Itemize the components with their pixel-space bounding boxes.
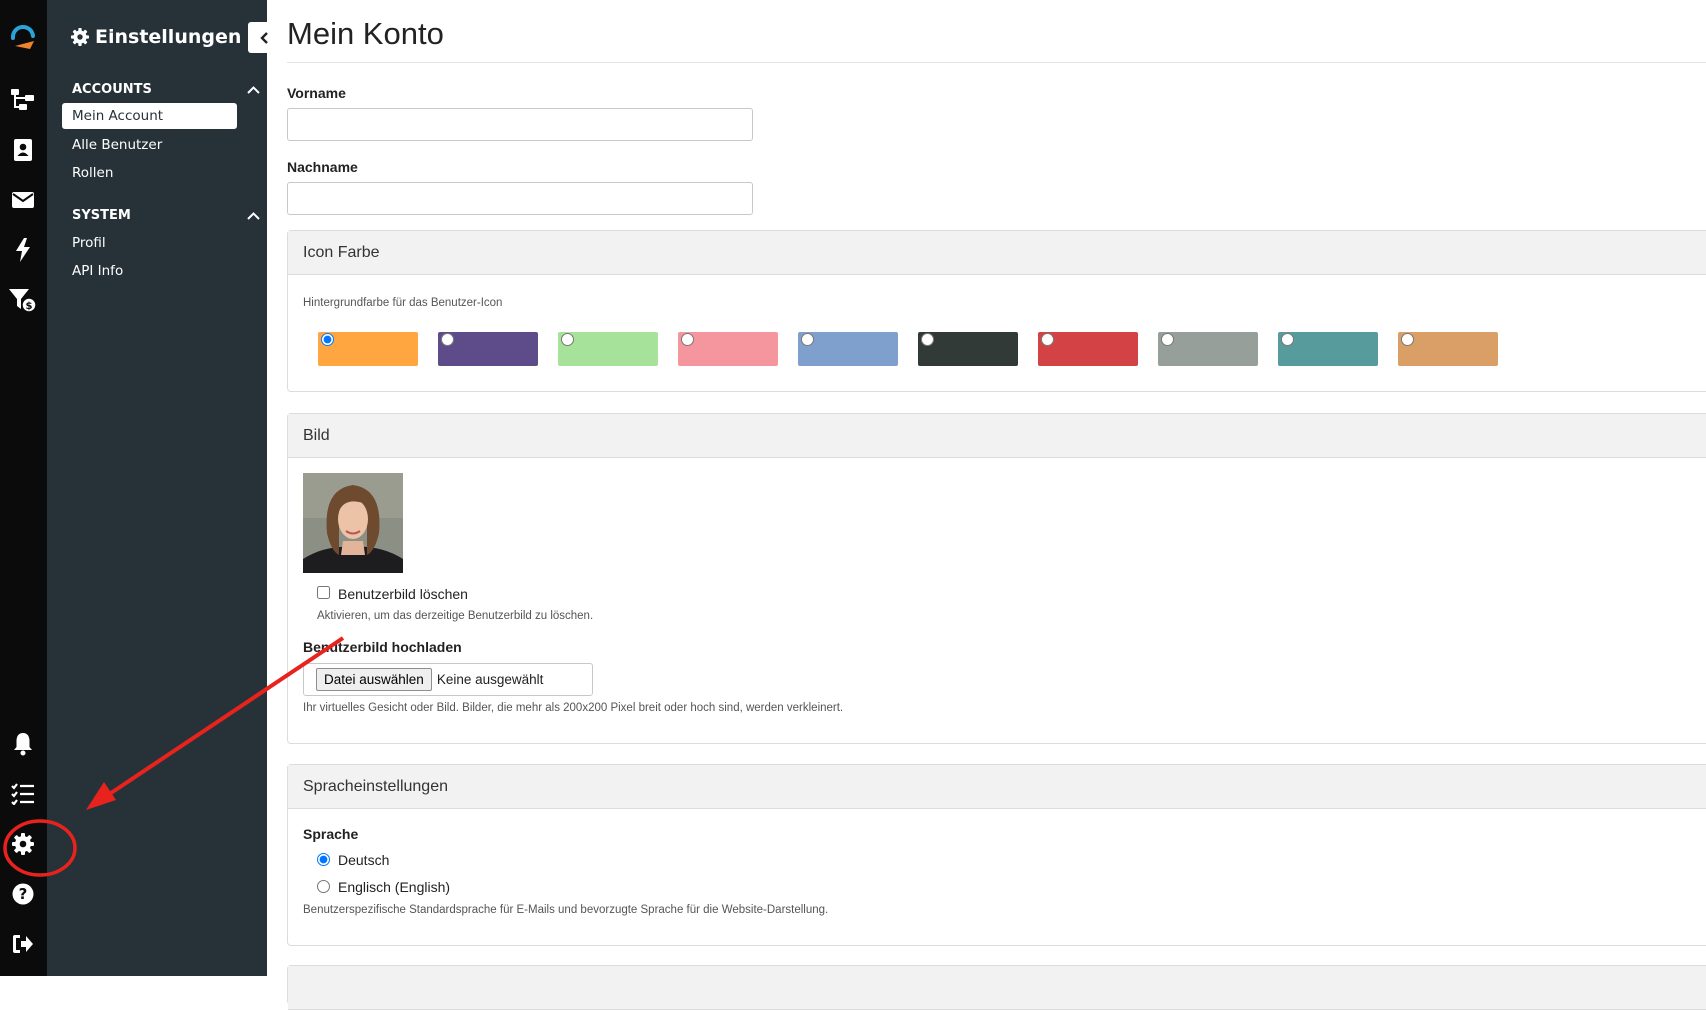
avatar <box>303 473 403 573</box>
file-status: Keine ausgewählt <box>436 672 544 687</box>
next-panel <box>287 965 1706 1010</box>
logo-icon[interactable] <box>6 20 40 54</box>
spracheinstellungen-heading: Spracheinstellungen <box>288 765 1706 809</box>
language-option-deutsch[interactable]: Deutsch <box>338 852 389 868</box>
color-swatch[interactable] <box>558 332 658 366</box>
color-swatch[interactable] <box>1158 332 1258 366</box>
svg-text:$: $ <box>26 301 33 312</box>
color-swatch-radio[interactable] <box>1281 333 1294 346</box>
section-accounts-toggle[interactable]: ACCOUNTS <box>72 82 260 97</box>
spracheinstellungen-panel: Spracheinstellungen Sprache Deutsch Engl… <box>287 764 1706 946</box>
icon-farbe-heading: Icon Farbe <box>288 231 1706 275</box>
next-panel-heading <box>288 966 1706 1010</box>
nachname-label: Nachname <box>287 159 358 175</box>
icon-farbe-panel: Icon Farbe Hintergrundfarbe für das Benu… <box>287 230 1706 392</box>
sidebar-item-rollen[interactable]: Rollen <box>62 160 237 186</box>
delete-picture-label[interactable]: Benutzerbild löschen <box>338 586 468 602</box>
color-swatch-radio[interactable] <box>801 333 814 346</box>
help-icon[interactable]: ? <box>6 877 40 911</box>
svg-text:?: ? <box>19 885 28 903</box>
language-radio-english[interactable] <box>317 880 330 893</box>
section-system-toggle[interactable]: SYSTEM <box>72 208 260 223</box>
upload-picture-help: Ihr virtuelles Gesicht oder Bild. Bilder… <box>303 702 844 714</box>
hierarchy-icon[interactable] <box>6 83 40 117</box>
icon-farbe-help: Hintergrundfarbe für das Benutzer-Icon <box>303 297 503 309</box>
color-swatch-radio[interactable] <box>1401 333 1414 346</box>
color-swatch[interactable] <box>678 332 778 366</box>
choose-file-button[interactable]: Datei auswählen <box>316 668 432 691</box>
chevron-up-icon <box>247 211 260 220</box>
color-swatch[interactable] <box>798 332 898 366</box>
sprache-label: Sprache <box>303 826 359 842</box>
sidebar-title-text: Einstellungen <box>95 26 242 48</box>
tasklist-icon[interactable] <box>6 777 40 811</box>
funnel-dollar-icon[interactable]: $ <box>6 283 40 317</box>
sprache-help: Benutzerspezifische Standardsprache für … <box>303 904 829 916</box>
delete-picture-checkbox[interactable] <box>317 586 330 599</box>
main-content: Mein Konto Vorname Nachname Icon Farbe H… <box>287 0 1706 1010</box>
color-swatch[interactable] <box>438 332 538 366</box>
gear-icon <box>71 28 89 46</box>
mail-icon[interactable] <box>6 183 40 217</box>
title-divider <box>287 62 1706 63</box>
logout-icon[interactable] <box>6 927 40 961</box>
bild-heading: Bild <box>288 414 1706 458</box>
chevron-left-icon <box>260 31 268 44</box>
color-swatch[interactable] <box>1398 332 1498 366</box>
upload-picture-label: Benutzerbild hochladen <box>303 639 462 655</box>
vorname-label: Vorname <box>287 85 346 101</box>
color-swatch-radio[interactable] <box>1161 333 1174 346</box>
color-swatch[interactable] <box>318 332 418 366</box>
settings-sidebar: Einstellungen ACCOUNTS Mein Account Alle… <box>47 0 267 976</box>
sidebar-item-alle-benutzer[interactable]: Alle Benutzer <box>62 132 237 158</box>
collapse-sidebar-button[interactable] <box>248 22 281 53</box>
bolt-icon[interactable] <box>6 233 40 267</box>
sidebar-title: Einstellungen <box>71 26 241 48</box>
sidebar-item-api-info[interactable]: API Info <box>62 258 237 284</box>
color-swatch[interactable] <box>1278 332 1378 366</box>
file-input[interactable]: Datei auswählen Keine ausgewählt <box>303 663 593 696</box>
color-swatch-radio[interactable] <box>321 333 334 346</box>
section-system-heading: SYSTEM <box>72 208 131 223</box>
icon-rail: $ ? <box>0 0 47 976</box>
delete-picture-help: Aktivieren, um das derzeitige Benutzerbi… <box>317 610 594 622</box>
bild-panel: Bild Benutzerbild löschen Aktivieren, um… <box>287 413 1706 744</box>
color-swatch-radio[interactable] <box>681 333 694 346</box>
page-title: Mein Konto <box>287 16 444 51</box>
color-swatch-radio[interactable] <box>1041 333 1054 346</box>
language-radio-deutsch[interactable] <box>317 853 330 866</box>
language-option-english[interactable]: Englisch (English) <box>338 879 450 895</box>
section-accounts-heading: ACCOUNTS <box>72 82 152 97</box>
color-swatch-radio[interactable] <box>441 333 454 346</box>
nachname-input[interactable] <box>287 182 753 215</box>
color-swatch-radio[interactable] <box>561 333 574 346</box>
chevron-up-icon <box>247 85 260 94</box>
color-swatch[interactable] <box>918 332 1018 366</box>
gear-icon[interactable] <box>6 827 40 861</box>
vorname-input[interactable] <box>287 108 753 141</box>
contacts-icon[interactable] <box>6 133 40 167</box>
sidebar-item-mein-account[interactable]: Mein Account <box>62 103 237 129</box>
color-swatch[interactable] <box>1038 332 1138 366</box>
bell-icon[interactable] <box>6 727 40 761</box>
sidebar-item-profil[interactable]: Profil <box>62 230 237 256</box>
color-swatch-radio[interactable] <box>921 333 934 346</box>
